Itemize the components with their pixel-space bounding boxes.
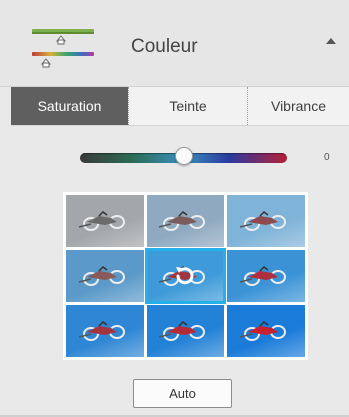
tab-vibrance[interactable]: Vibrance	[247, 87, 349, 125]
auto-button[interactable]: Auto	[133, 379, 232, 408]
reset-icon	[176, 267, 194, 285]
variation-thumbnail[interactable]	[227, 305, 305, 357]
variation-thumbnail[interactable]	[227, 195, 305, 247]
motorcycle-image	[78, 211, 125, 231]
variation-thumbnail[interactable]	[66, 250, 144, 302]
variation-thumbnail[interactable]	[146, 305, 225, 357]
color-panel: Couleur Saturation Teinte Vibrance 0 Aut…	[0, 0, 349, 417]
variation-thumbnail[interactable]	[66, 305, 144, 357]
variation-thumbnail[interactable]	[146, 195, 225, 247]
tab-bar: Saturation Teinte Vibrance	[11, 87, 349, 126]
motorcycle-image	[239, 266, 287, 286]
tab-teinte[interactable]: Teinte	[128, 87, 247, 125]
motorcycle-image	[159, 321, 206, 341]
motorcycle-image	[78, 266, 125, 286]
slider-thumb[interactable]	[174, 147, 193, 165]
tab-saturation[interactable]: Saturation	[11, 87, 128, 125]
variation-thumbnail[interactable]	[144, 248, 227, 304]
motorcycle-image	[239, 321, 287, 341]
panel-title: Couleur	[131, 36, 198, 57]
panel-header[interactable]: Couleur	[0, 0, 349, 87]
variation-thumbnail[interactable]	[66, 195, 144, 247]
slider-value: 0	[324, 152, 330, 163]
saturation-slider[interactable]: 0	[0, 143, 349, 173]
color-sliders-icon	[32, 29, 94, 68]
motorcycle-image	[159, 211, 206, 231]
motorcycle-image	[78, 321, 125, 341]
variation-thumbnail[interactable]	[227, 250, 305, 302]
collapse-arrow-icon[interactable]	[326, 38, 336, 44]
motorcycle-image	[239, 211, 287, 231]
variations-grid	[63, 192, 308, 360]
